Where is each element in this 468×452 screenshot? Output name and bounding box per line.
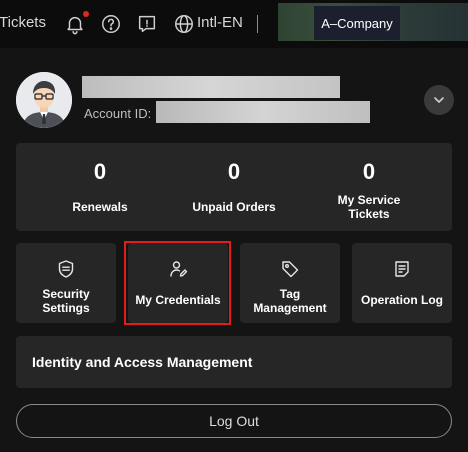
security-settings-icon — [56, 259, 76, 279]
unpaid-orders-label: Unpaid Orders — [192, 200, 276, 214]
security-settings-tile[interactable]: Security Settings — [16, 243, 116, 323]
chevron-down-icon — [434, 97, 444, 103]
tag-management-tile[interactable]: Tag Management — [240, 243, 340, 323]
expand-button[interactable] — [424, 85, 454, 115]
notification-dot — [83, 11, 89, 17]
help-icon[interactable] — [100, 13, 122, 35]
tag-management-label: Tag Management — [253, 287, 327, 315]
operation-log-tile[interactable]: Operation Log — [352, 243, 452, 323]
highlight-box — [124, 241, 231, 325]
globe-icon[interactable] — [173, 13, 195, 35]
service-tickets-label: My Service Tickets — [337, 193, 401, 221]
language-selector[interactable]: Intl-EN — [197, 14, 243, 31]
tickets-link[interactable]: Tickets — [0, 14, 46, 31]
stats-card: 0 Renewals 0 Unpaid Orders 0 My Service … — [16, 143, 452, 231]
renewals-count: 0 — [93, 159, 107, 184]
iam-label: Identity and Access Management — [32, 354, 253, 370]
log-out-button[interactable]: Log Out — [16, 404, 452, 438]
service-tickets-count: 0 — [362, 159, 376, 184]
user-avatar-icon — [16, 72, 72, 128]
operation-log-icon — [392, 259, 412, 279]
renewals-label: Renewals — [72, 200, 128, 214]
iam-link[interactable]: Identity and Access Management — [16, 336, 452, 388]
security-settings-label: Security Settings — [42, 287, 90, 315]
company-name-button[interactable]: A–Company — [314, 6, 400, 40]
account-id-label: Account ID: — [84, 106, 152, 121]
bell-icon[interactable] — [64, 13, 86, 35]
top-bar: Tickets Intl-EN A–Company — [0, 0, 468, 48]
operation-log-label: Operation Log — [361, 293, 443, 307]
account-id-redacted — [156, 101, 370, 123]
feedback-icon[interactable] — [136, 13, 158, 35]
divider — [257, 15, 258, 33]
account-name-redacted — [82, 76, 340, 98]
unpaid-orders-count: 0 — [227, 159, 241, 184]
tag-icon — [280, 259, 300, 279]
